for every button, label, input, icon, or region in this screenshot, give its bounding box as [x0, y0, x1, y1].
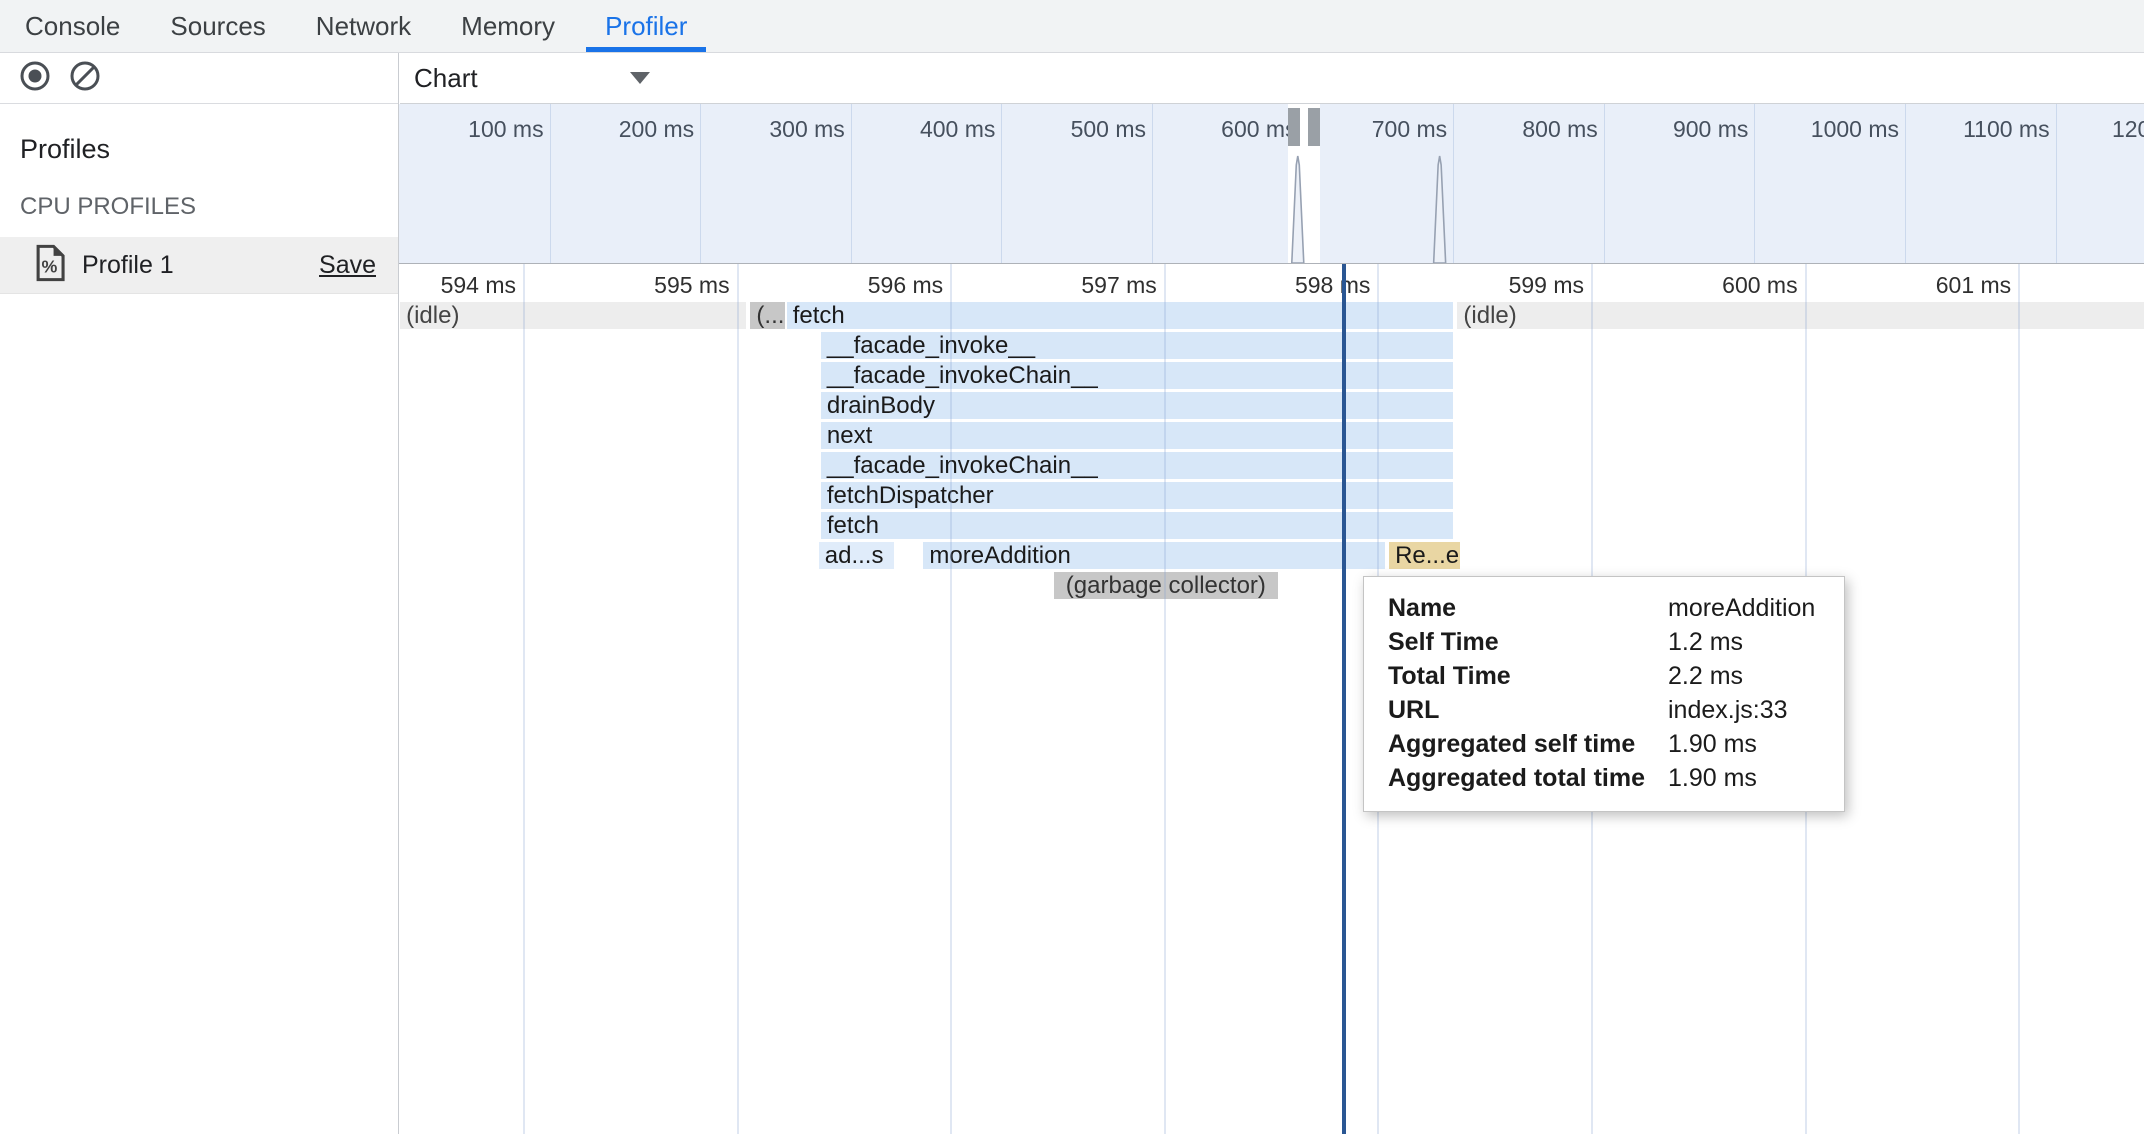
profiles-heading: Profiles — [20, 134, 398, 165]
playhead-marker — [1342, 264, 1346, 1134]
flame-bar[interactable]: moreAddition — [923, 542, 1384, 569]
sidebar: Profiles CPU PROFILES % Profile 1 Save — [0, 53, 399, 1134]
tooltip-label: Self Time — [1388, 625, 1668, 659]
overview-tick-label: 300 ms — [675, 116, 845, 143]
flame-ruler-label: 599 ms — [1414, 272, 1584, 299]
tooltip-row: NamemoreAddition — [1388, 591, 1820, 625]
flame-bar[interactable]: fetch — [821, 512, 1453, 539]
profile-document-icon: % — [34, 244, 66, 287]
tab-console[interactable]: Console — [0, 0, 145, 52]
tooltip-label: Aggregated self time — [1388, 727, 1668, 761]
flame-ruler-label: 597 ms — [987, 272, 1157, 299]
tooltip-label: Total Time — [1388, 659, 1668, 693]
tooltip-label: Name — [1388, 591, 1668, 625]
cpu-profiles-section-heading: CPU PROFILES — [20, 193, 398, 221]
tooltip-label: URL — [1388, 693, 1668, 727]
flame-bar[interactable]: (idle) — [400, 302, 746, 329]
flame-bar[interactable]: (idle) — [1457, 302, 2144, 329]
view-mode-dropdown[interactable]: Chart — [414, 63, 650, 94]
tooltip-label: Aggregated total time — [1388, 761, 1668, 795]
tooltip-row: Total Time2.2 ms — [1388, 659, 1820, 693]
flame-bar[interactable]: next — [821, 422, 1453, 449]
profile-name: Profile 1 — [82, 251, 319, 280]
flame-gridline — [737, 264, 739, 1134]
flame-gridline — [950, 264, 952, 1134]
tab-bar: ConsoleSourcesNetworkMemoryProfiler — [0, 0, 2144, 53]
sidebar-item-profile-1[interactable]: % Profile 1 Save — [0, 237, 398, 294]
flame-bar[interactable]: fetch — [787, 302, 1453, 329]
flame-bar[interactable]: (garbage collector) — [1054, 572, 1278, 599]
overview-tick-label: 500 ms — [976, 116, 1146, 143]
tooltip-value: 2.2 ms — [1668, 659, 1743, 693]
flame-ruler-label: 600 ms — [1628, 272, 1798, 299]
tooltip: NamemoreAdditionSelf Time1.2 msTotal Tim… — [1363, 576, 1845, 812]
flame-gridline — [523, 264, 525, 1134]
tooltip-value: 1.90 ms — [1668, 761, 1757, 795]
clear-button[interactable] — [68, 61, 102, 95]
flame-chart[interactable]: 594 ms595 ms596 ms597 ms598 ms599 ms600 … — [399, 264, 2144, 1134]
flame-ruler-label: 601 ms — [1841, 272, 2011, 299]
tooltip-row: Self Time1.2 ms — [1388, 625, 1820, 659]
flame-gridline — [1164, 264, 1166, 1134]
tab-sources[interactable]: Sources — [145, 0, 290, 52]
overview-tick-label: 1100 ms — [1880, 116, 2050, 143]
tooltip-value: moreAddition — [1668, 591, 1815, 625]
flame-bar[interactable]: __facade_invoke__ — [821, 332, 1453, 359]
tooltip-row: Aggregated self time1.90 ms — [1388, 727, 1820, 761]
record-button[interactable] — [18, 61, 52, 95]
overview-tick-label: 800 ms — [1428, 116, 1598, 143]
tooltip-value: index.js:33 — [1668, 693, 1788, 727]
flame-bar[interactable]: fetchDispatcher — [821, 482, 1453, 509]
view-mode-value: Chart — [414, 63, 478, 94]
record-icon — [19, 60, 51, 97]
overview-tick-label: 900 ms — [1578, 116, 1748, 143]
flame-bar[interactable]: __facade_invokeChain__ — [821, 362, 1453, 389]
flame-ruler-label: 596 ms — [773, 272, 943, 299]
overview-tick-label: 600 ms — [1127, 116, 1297, 143]
clear-icon — [69, 60, 101, 97]
save-profile-link[interactable]: Save — [319, 251, 376, 280]
tooltip-value: 1.2 ms — [1668, 625, 1743, 659]
svg-text:%: % — [41, 256, 57, 276]
flame-bar[interactable]: Re...e — [1389, 542, 1459, 569]
flame-ruler-label: 594 ms — [399, 272, 516, 299]
overview-tick-label: 400 ms — [825, 116, 995, 143]
overview-tick-label: 100 ms — [399, 116, 544, 143]
selection-handle-right[interactable] — [1308, 108, 1320, 146]
flame-ruler-label: 595 ms — [560, 272, 730, 299]
tooltip-row: URLindex.js:33 — [1388, 693, 1820, 727]
flame-bar[interactable]: ad...s — [819, 542, 894, 569]
tooltip-value: 1.90 ms — [1668, 727, 1757, 761]
flame-bar[interactable]: drainBody — [821, 392, 1453, 419]
overview-tick-label: 1200 ms — [2030, 116, 2144, 143]
flame-bar[interactable]: __facade_invokeChain__ — [821, 452, 1453, 479]
overview-track[interactable]: 100 ms200 ms300 ms400 ms500 ms600 ms700 … — [399, 104, 2144, 264]
tooltip-row: Aggregated total time1.90 ms — [1388, 761, 1820, 795]
chart-toolbar: Chart — [400, 53, 2144, 104]
profiler-toolbar — [0, 53, 398, 104]
tab-network[interactable]: Network — [291, 0, 436, 52]
chevron-down-icon — [630, 72, 650, 84]
flame-gridline — [2018, 264, 2020, 1134]
selection-handle-left[interactable] — [1288, 108, 1300, 146]
tab-memory[interactable]: Memory — [436, 0, 580, 52]
overview-tick-label: 1000 ms — [1729, 116, 1899, 143]
overview-tick-label: 200 ms — [524, 116, 694, 143]
flame-bar[interactable]: (... — [750, 302, 784, 329]
devtools-window: ConsoleSourcesNetworkMemoryProfiler — [0, 0, 2144, 1134]
tab-profiler[interactable]: Profiler — [580, 0, 712, 52]
